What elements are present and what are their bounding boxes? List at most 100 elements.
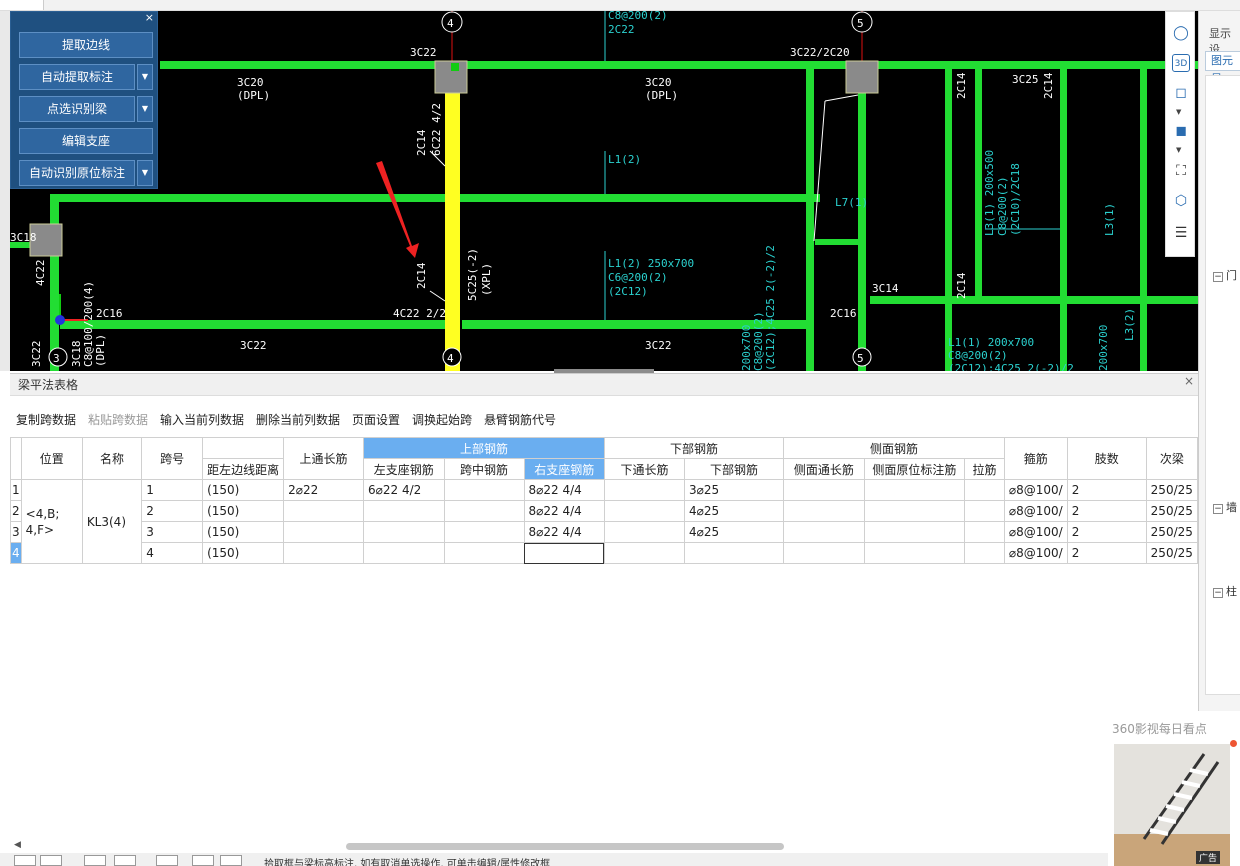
col-position[interactable]: 位置 (20, 437, 83, 480)
cell-left-distance[interactable]: (150) (202, 521, 285, 543)
fit-window-icon[interactable]: ⛶ (1172, 162, 1190, 180)
cell-side-in-situ[interactable] (863, 542, 966, 564)
pick-identify-beam-button[interactable]: 点选识别梁 (19, 96, 135, 122)
3d-orbit-icon[interactable]: ◯ (1172, 24, 1190, 42)
beam-col-f[interactable] (1140, 69, 1147, 371)
col-side-through[interactable]: 侧面通长筋 (783, 458, 865, 480)
cell-tie[interactable] (964, 521, 1005, 543)
cell-side-in-situ[interactable] (863, 479, 966, 501)
beam-kl3-left[interactable] (60, 320, 455, 329)
layer-toggle-icon[interactable] (192, 855, 214, 866)
cell-tie[interactable] (964, 479, 1005, 501)
cell-top-through[interactable] (283, 542, 365, 564)
cell-legs[interactable]: 2 (1066, 500, 1147, 522)
swap-start-span-button[interactable]: 调换起始跨 (412, 411, 472, 428)
cell-stirrup[interactable]: ⌀8@100/ (1003, 479, 1068, 501)
beam-col-e[interactable] (1060, 69, 1067, 371)
cell-stirrup[interactable]: ⌀8@100/ (1003, 521, 1068, 543)
beam-col-b[interactable] (858, 91, 866, 371)
table-row[interactable]: 1 <4,B; 4,F> KL3(4) 1 (150) 2⌀22 6⌀22 4/… (10, 479, 1199, 564)
column-5f[interactable] (845, 60, 879, 94)
row-index[interactable]: 1 (10, 479, 22, 501)
cell-right-support[interactable] (523, 542, 605, 564)
cell-bottom-through[interactable] (603, 521, 685, 543)
polar-toggle-icon[interactable] (114, 855, 136, 866)
cell-stirrup[interactable]: ⌀8@100/ (1003, 542, 1068, 564)
scrollbar-thumb[interactable] (346, 843, 784, 850)
cell-top-through[interactable] (283, 500, 365, 522)
col-name[interactable]: 名称 (81, 437, 143, 480)
document-tab[interactable] (0, 0, 44, 10)
beam-l7[interactable] (815, 239, 860, 245)
cell-bottom-bar[interactable] (683, 542, 785, 564)
cell-left-support[interactable] (363, 521, 445, 543)
cell-bottom-bar[interactable]: 4⌀25 (683, 521, 785, 543)
chevron-down-icon[interactable]: ▼ (137, 64, 153, 90)
col-right-support[interactable]: 右支座钢筋 (523, 458, 605, 480)
cell-mid-span[interactable] (443, 479, 525, 501)
ad-popup[interactable]: 360影视每日看点 广告 (1108, 716, 1240, 866)
cell-secondary[interactable]: 250/25 (1145, 479, 1199, 501)
tab-element-display[interactable]: 图元显 (1205, 51, 1240, 85)
cell-side-in-situ[interactable] (863, 521, 966, 543)
tree-node[interactable]: − 门 (1213, 267, 1240, 283)
cad-drawing-canvas[interactable]: 4 5 3 4 5 3C22 3C22/2C20 3C20 (DPL) 3C20… (10, 11, 1198, 371)
chevron-down-icon[interactable]: ▼ (137, 160, 153, 186)
cell-left-support[interactable]: 6⌀22 4/2 (363, 479, 445, 501)
snap-toggle-icon[interactable] (14, 855, 36, 866)
cell-right-support[interactable]: 8⌀22 4/4 (523, 500, 605, 522)
col-mid-span[interactable]: 跨中钢筋 (443, 458, 525, 480)
beam-col-d[interactable] (975, 69, 982, 299)
row-index[interactable]: 4 (10, 542, 22, 564)
cell-top-through[interactable] (283, 521, 365, 543)
3d-view-icon[interactable]: 3D (1172, 54, 1190, 72)
col-group-side-rebar[interactable]: 侧面钢筋 (783, 437, 1005, 459)
cell-left-distance[interactable]: (150) (202, 479, 285, 501)
cell-secondary[interactable]: 250/25 (1145, 542, 1199, 564)
cube-solid-icon[interactable]: ◼ (1172, 122, 1190, 140)
edit-support-button[interactable]: 编辑支座 (19, 128, 153, 154)
layer-settings-icon[interactable]: ☰ (1172, 224, 1190, 242)
delete-column-data-button[interactable]: 删除当前列数据 (256, 411, 340, 428)
row-index[interactable]: 3 (10, 521, 22, 543)
selected-beam[interactable] (445, 61, 460, 371)
grip-point[interactable] (451, 63, 459, 71)
cell-bottom-through[interactable] (603, 479, 685, 501)
cell-secondary[interactable]: 250/25 (1145, 521, 1199, 543)
copy-span-data-button[interactable]: 复制跨数据 (16, 411, 76, 428)
cell-mid-span[interactable] (443, 542, 525, 564)
col-stirrup[interactable]: 箍筋 (1003, 437, 1068, 480)
cell-secondary[interactable]: 250/25 (1145, 500, 1199, 522)
panel-close-icon[interactable]: × (145, 12, 154, 24)
cell-right-support[interactable]: 8⌀22 4/4 (523, 479, 605, 501)
col-secondary[interactable]: 次梁 (1145, 437, 1199, 480)
cell-left-distance[interactable]: (150) (202, 500, 285, 522)
cell-left-support[interactable] (363, 500, 445, 522)
collapse-icon[interactable]: − (1213, 504, 1223, 514)
paste-span-data-button[interactable]: 粘贴跨数据 (88, 411, 148, 428)
cell-span[interactable]: 1 (141, 479, 204, 501)
col-span[interactable]: 跨号 (141, 437, 204, 480)
cell-side-through[interactable] (783, 500, 865, 522)
cell-span[interactable]: 2 (141, 500, 204, 522)
select-box-icon[interactable]: ⬡ (1172, 192, 1190, 210)
beam-top[interactable] (160, 61, 1198, 69)
chevron-down-icon[interactable]: ▼ (1176, 108, 1181, 116)
tree-node[interactable]: − 墙 (1213, 499, 1240, 515)
beam-col-a[interactable] (806, 69, 814, 371)
chevron-down-icon[interactable]: ▼ (1176, 146, 1181, 154)
cell-span[interactable]: 4 (141, 542, 204, 564)
col-side-in-situ[interactable]: 侧面原位标注筋 (863, 458, 966, 480)
beam-plan-drawing[interactable]: 4 5 3 4 5 3C22 3C22/2C20 3C20 (DPL) 3C20… (10, 11, 1198, 371)
cell-tie[interactable] (964, 500, 1005, 522)
col-top-through[interactable]: 上通长筋 (283, 437, 365, 480)
cell-mid-span[interactable] (443, 521, 525, 543)
dynamic-input-icon[interactable] (220, 855, 242, 866)
col-bottom-through[interactable]: 下通长筋 (603, 458, 685, 480)
table-row[interactable]: 4 4 (150) ⌀8@100/ 2 250/25 (10, 542, 1199, 564)
beam-left-vertical[interactable] (50, 194, 59, 371)
cell-tie[interactable] (964, 542, 1005, 564)
cell-side-in-situ[interactable] (863, 500, 966, 522)
cell-position[interactable]: <4,B; 4,F> (20, 479, 83, 564)
col-bottom-bar[interactable]: 下部钢筋 (683, 458, 785, 480)
